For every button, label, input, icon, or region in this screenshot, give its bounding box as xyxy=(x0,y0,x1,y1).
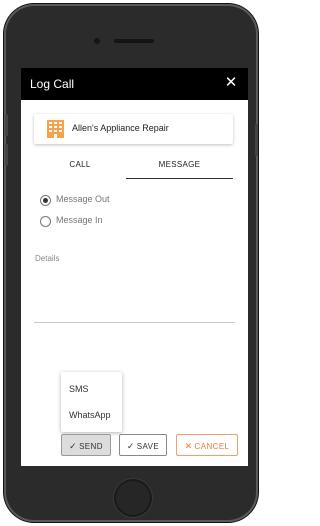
cancel-label: CANCEL xyxy=(194,442,230,451)
speaker xyxy=(114,39,154,43)
radio-button-checked[interactable] xyxy=(40,195,51,206)
volume-down-button xyxy=(5,144,8,166)
building-icon xyxy=(47,120,64,138)
check-icon: ✓ xyxy=(69,441,78,451)
save-label: SAVE xyxy=(136,442,160,451)
radio-button-unchecked[interactable] xyxy=(40,216,51,227)
menu-item-sms[interactable]: SMS xyxy=(69,384,89,394)
details-input[interactable] xyxy=(34,266,235,323)
send-label: SEND xyxy=(79,442,103,451)
contact-name: Allen's Appliance Repair xyxy=(72,123,169,133)
dialog-title: Log Call xyxy=(30,77,75,91)
radio-label: Message In xyxy=(56,215,103,225)
save-button[interactable]: ✓ SAVE xyxy=(119,434,167,456)
home-button[interactable] xyxy=(114,479,152,517)
camera xyxy=(94,38,100,44)
details-label: Details xyxy=(35,254,60,263)
send-options-menu: SMS WhatsApp xyxy=(61,372,122,432)
volume-up-button xyxy=(5,114,8,136)
contact-card[interactable]: Allen's Appliance Repair xyxy=(34,114,233,144)
x-icon: ✕ xyxy=(184,441,193,451)
check-icon: ✓ xyxy=(126,441,135,451)
power-button xyxy=(255,124,258,156)
tab-message[interactable]: MESSAGE xyxy=(126,156,233,179)
tab-bar: CALL MESSAGE xyxy=(34,156,233,179)
radio-label: Message Out xyxy=(56,194,110,204)
screen: Log Call ✕ Allen's Appliance Repair CALL… xyxy=(21,68,248,466)
send-button[interactable]: ✓ SEND xyxy=(61,434,111,456)
close-icon[interactable]: ✕ xyxy=(223,74,239,92)
phone-frame: Log Call ✕ Allen's Appliance Repair CALL… xyxy=(4,4,258,522)
menu-item-whatsapp[interactable]: WhatsApp xyxy=(69,410,111,420)
tab-call[interactable]: CALL xyxy=(34,156,126,178)
cancel-button[interactable]: ✕ CANCEL xyxy=(176,434,238,456)
dialog-header: Log Call ✕ xyxy=(21,68,248,100)
